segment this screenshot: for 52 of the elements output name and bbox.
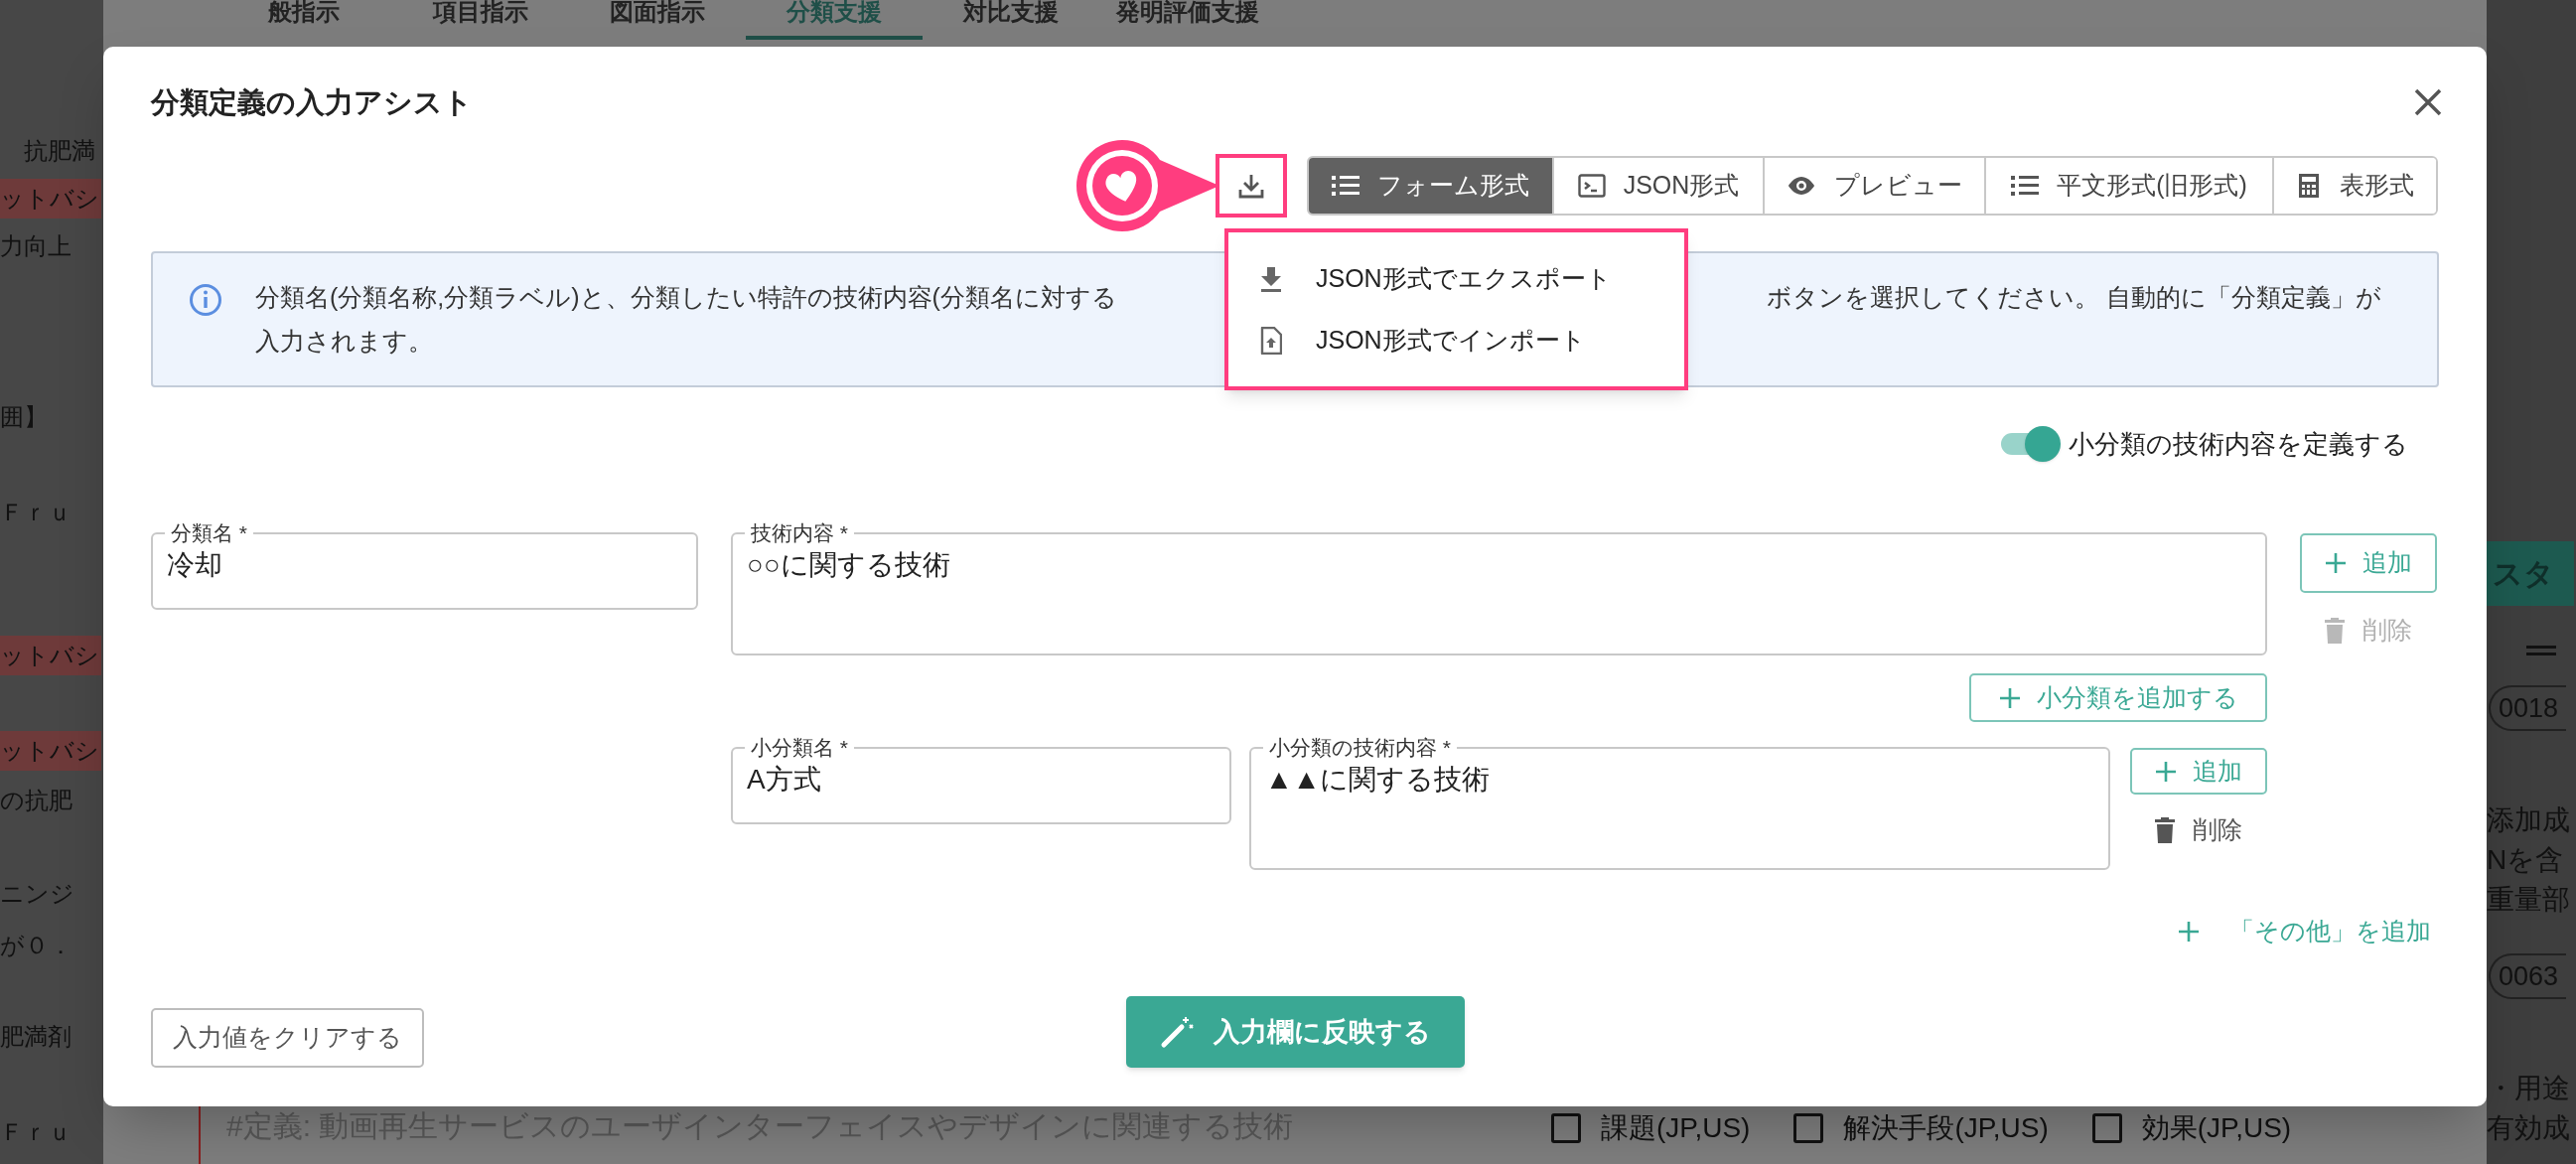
magic-wand-icon <box>1159 1015 1194 1049</box>
trash-icon <box>2155 817 2175 843</box>
list-icon <box>1332 174 1360 198</box>
background-text: ットバシ <box>0 636 101 675</box>
page-tab[interactable]: 図面指示 <box>569 0 746 40</box>
menu-icon <box>2526 646 2556 655</box>
add-subcategory-button[interactable]: 小分類を追加する <box>1969 673 2267 722</box>
info-text: 入力されます。 <box>255 326 433 357</box>
subcategory-name-field[interactable]: 小分類名 * A方式 <box>731 736 1231 824</box>
checkbox-label: 課題(JP,US) <box>1601 1111 1751 1145</box>
apply-button[interactable]: 入力欄に反映する <box>1125 996 1465 1068</box>
checkbox[interactable] <box>2091 1113 2122 1143</box>
content-field[interactable]: 技術内容 * ○○に関する技術 <box>731 521 2267 655</box>
background-text: ットバシ <box>0 731 101 771</box>
page-tab[interactable]: 分類支援 <box>746 0 923 40</box>
page-tab[interactable]: 発明評価支援 <box>1099 0 1276 40</box>
dialog-title: 分類定義の入力アシスト <box>151 85 473 120</box>
clear-button[interactable]: 入力値をクリアする <box>151 1008 424 1068</box>
background-text: ットバシ <box>0 179 101 218</box>
plus-icon <box>2325 552 2347 574</box>
download-button[interactable] <box>1216 154 1287 218</box>
view-tab[interactable]: フォーム形式 <box>1309 158 1552 214</box>
menu-item[interactable]: JSON形式でエクスポート <box>1228 247 1684 310</box>
checkbox[interactable] <box>1793 1113 1824 1143</box>
add-button[interactable]: 追加 <box>2130 748 2267 795</box>
terminal-icon <box>1577 174 1606 198</box>
close-icon[interactable] <box>2413 87 2443 117</box>
plus-icon <box>2155 760 2177 783</box>
trash-icon <box>2325 618 2345 644</box>
info-text: ボタンを選択してください。 自動的に「分類定義」が <box>1767 282 2381 313</box>
info-icon <box>189 283 222 317</box>
view-tab[interactable]: 表形式 <box>2272 158 2436 214</box>
add-other-button[interactable]: 「その他」を追加 <box>2178 910 2431 953</box>
download-icon <box>1260 265 1282 292</box>
plus-icon <box>2178 921 2200 943</box>
list-icon <box>2011 174 2040 198</box>
checkbox-label: 効果(JP,US) <box>2141 1111 2292 1145</box>
add-button[interactable]: 追加 <box>2300 533 2437 593</box>
checkbox[interactable] <box>1551 1113 1581 1143</box>
info-text: 分類名(分類名称,分類ラベル)と、分類したい特許の技術内容(分類名に対する <box>255 282 1117 313</box>
page-tab[interactable]: 般指示 <box>215 0 392 40</box>
delete-button: 削除 <box>2325 609 2412 653</box>
checkbox-label: 解決手段(JP,US) <box>1843 1111 2049 1145</box>
subcategory-content-field[interactable]: 小分類の技術内容 * ▲▲に関する技術 <box>1249 736 2110 870</box>
toggle-label: 小分類の技術内容を定義する <box>2069 427 2408 461</box>
file-upload-icon <box>1260 326 1282 355</box>
delete-button[interactable]: 削除 <box>2155 808 2242 852</box>
page-tab[interactable]: 項目指示 <box>392 0 569 40</box>
menu-item[interactable]: JSON形式でインポート <box>1228 309 1684 371</box>
plus-icon <box>1998 686 2021 709</box>
category-name-field[interactable]: 分類名 * 冷却 <box>151 521 698 610</box>
eye-icon <box>1787 175 1816 197</box>
